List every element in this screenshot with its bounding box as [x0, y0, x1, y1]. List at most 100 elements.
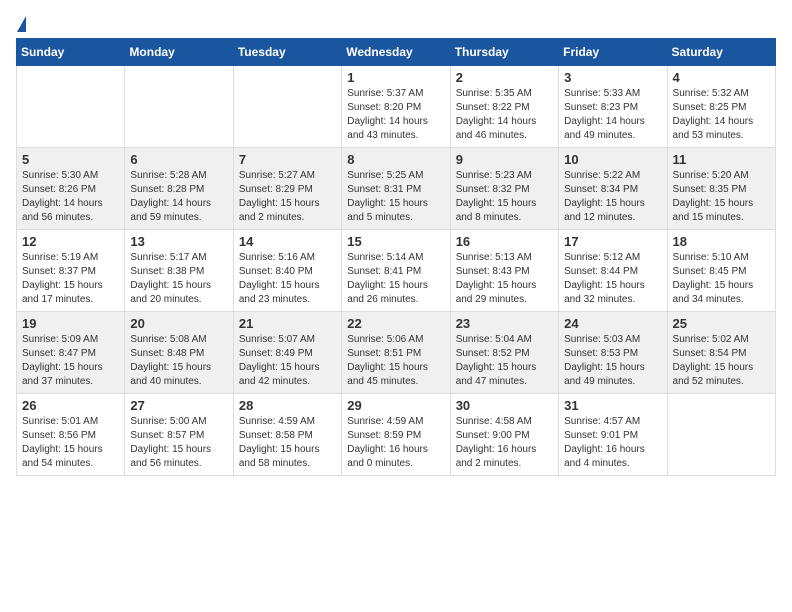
day-info: Sunrise: 5:25 AM Sunset: 8:31 PM Dayligh…	[347, 169, 444, 225]
calendar: SundayMondayTuesdayWednesdayThursdayFrid…	[16, 38, 776, 476]
day-info: Sunrise: 5:09 AM Sunset: 8:47 PM Dayligh…	[22, 333, 119, 389]
calendar-cell: 18Sunrise: 5:10 AM Sunset: 8:45 PM Dayli…	[667, 230, 775, 312]
day-info: Sunrise: 5:07 AM Sunset: 8:49 PM Dayligh…	[239, 333, 336, 389]
day-info: Sunrise: 5:32 AM Sunset: 8:25 PM Dayligh…	[673, 87, 770, 143]
day-number: 29	[347, 398, 444, 413]
day-number: 6	[130, 152, 227, 167]
day-number: 3	[564, 70, 661, 85]
calendar-cell: 4Sunrise: 5:32 AM Sunset: 8:25 PM Daylig…	[667, 66, 775, 148]
day-number: 13	[130, 234, 227, 249]
day-info: Sunrise: 5:28 AM Sunset: 8:28 PM Dayligh…	[130, 169, 227, 225]
calendar-week-1: 1 Sunrise: 5:37 AM Sunset: 8:20 PM Daylig…	[17, 66, 776, 148]
day-info: Sunrise: 5:23 AM Sunset: 8:32 PM Dayligh…	[456, 169, 553, 225]
weekday-header-saturday: Saturday	[667, 39, 775, 66]
calendar-week-3: 12 Sunrise: 5:19 AM Sunset: 8:37 PM Dayli…	[17, 230, 776, 312]
calendar-cell: 12 Sunrise: 5:19 AM Sunset: 8:37 PM Dayli…	[17, 230, 125, 312]
weekday-header-tuesday: Tuesday	[233, 39, 341, 66]
day-number: 5	[22, 152, 119, 167]
logo	[16, 16, 26, 30]
calendar-cell: 1 Sunrise: 5:37 AM Sunset: 8:20 PM Daylig…	[342, 66, 450, 148]
day-info: Sunrise: 5:20 AM Sunset: 8:35 PM Dayligh…	[673, 169, 770, 225]
weekday-header-monday: Monday	[125, 39, 233, 66]
calendar-cell: 5Sunrise: 5:30 AM Sunset: 8:26 PM Daylig…	[17, 148, 125, 230]
calendar-cell: 21 Sunrise: 5:07 AM Sunset: 8:49 PM Dayli…	[233, 312, 341, 394]
day-number: 14	[239, 234, 336, 249]
day-info: Sunrise: 5:04 AM Sunset: 8:52 PM Dayligh…	[456, 333, 553, 389]
weekday-header-thursday: Thursday	[450, 39, 558, 66]
calendar-cell: 22 Sunrise: 5:06 AM Sunset: 8:51 PM Dayli…	[342, 312, 450, 394]
calendar-cell: 3 Sunrise: 5:33 AM Sunset: 8:23 PM Daylig…	[559, 66, 667, 148]
day-number: 27	[130, 398, 227, 413]
day-number: 12	[22, 234, 119, 249]
day-number: 15	[347, 234, 444, 249]
day-info: Sunrise: 4:59 AM Sunset: 8:59 PM Dayligh…	[347, 415, 444, 471]
day-info: Sunrise: 5:06 AM Sunset: 8:51 PM Dayligh…	[347, 333, 444, 389]
day-number: 24	[564, 316, 661, 331]
header	[16, 16, 776, 30]
calendar-cell: 6 Sunrise: 5:28 AM Sunset: 8:28 PM Daylig…	[125, 148, 233, 230]
day-info: Sunrise: 5:27 AM Sunset: 8:29 PM Dayligh…	[239, 169, 336, 225]
calendar-cell	[125, 66, 233, 148]
day-number: 7	[239, 152, 336, 167]
calendar-cell: 24 Sunrise: 5:03 AM Sunset: 8:53 PM Dayli…	[559, 312, 667, 394]
day-info: Sunrise: 5:33 AM Sunset: 8:23 PM Dayligh…	[564, 87, 661, 143]
day-info: Sunrise: 5:19 AM Sunset: 8:37 PM Dayligh…	[22, 251, 119, 307]
calendar-cell	[233, 66, 341, 148]
day-number: 31	[564, 398, 661, 413]
day-info: Sunrise: 5:00 AM Sunset: 8:57 PM Dayligh…	[130, 415, 227, 471]
day-number: 11	[673, 152, 770, 167]
calendar-cell: 7 Sunrise: 5:27 AM Sunset: 8:29 PM Daylig…	[233, 148, 341, 230]
calendar-cell: 13Sunrise: 5:17 AM Sunset: 8:38 PM Dayli…	[125, 230, 233, 312]
calendar-cell: 28 Sunrise: 4:59 AM Sunset: 8:58 PM Dayli…	[233, 394, 341, 476]
calendar-cell: 25 Sunrise: 5:02 AM Sunset: 8:54 PM Dayli…	[667, 312, 775, 394]
day-number: 17	[564, 234, 661, 249]
weekday-header-sunday: Sunday	[17, 39, 125, 66]
calendar-cell: 10 Sunrise: 5:22 AM Sunset: 8:34 PM Dayli…	[559, 148, 667, 230]
day-number: 1	[347, 70, 444, 85]
day-info: Sunrise: 5:12 AM Sunset: 8:44 PM Dayligh…	[564, 251, 661, 307]
day-number: 26	[22, 398, 119, 413]
day-info: Sunrise: 5:37 AM Sunset: 8:20 PM Dayligh…	[347, 87, 444, 143]
calendar-cell: 11 Sunrise: 5:20 AM Sunset: 8:35 PM Dayli…	[667, 148, 775, 230]
day-info: Sunrise: 4:58 AM Sunset: 9:00 PM Dayligh…	[456, 415, 553, 471]
day-info: Sunrise: 5:35 AM Sunset: 8:22 PM Dayligh…	[456, 87, 553, 143]
day-number: 2	[456, 70, 553, 85]
day-number: 8	[347, 152, 444, 167]
calendar-cell: 15Sunrise: 5:14 AM Sunset: 8:41 PM Dayli…	[342, 230, 450, 312]
day-number: 25	[673, 316, 770, 331]
day-info: Sunrise: 4:57 AM Sunset: 9:01 PM Dayligh…	[564, 415, 661, 471]
day-info: Sunrise: 5:10 AM Sunset: 8:45 PM Dayligh…	[673, 251, 770, 307]
day-number: 23	[456, 316, 553, 331]
day-info: Sunrise: 5:02 AM Sunset: 8:54 PM Dayligh…	[673, 333, 770, 389]
calendar-week-4: 19 Sunrise: 5:09 AM Sunset: 8:47 PM Dayli…	[17, 312, 776, 394]
calendar-cell: 29 Sunrise: 4:59 AM Sunset: 8:59 PM Dayli…	[342, 394, 450, 476]
calendar-cell	[17, 66, 125, 148]
calendar-cell: 9 Sunrise: 5:23 AM Sunset: 8:32 PM Daylig…	[450, 148, 558, 230]
calendar-cell: 30 Sunrise: 4:58 AM Sunset: 9:00 PM Dayli…	[450, 394, 558, 476]
day-number: 19	[22, 316, 119, 331]
day-info: Sunrise: 4:59 AM Sunset: 8:58 PM Dayligh…	[239, 415, 336, 471]
day-number: 22	[347, 316, 444, 331]
calendar-cell: 20 Sunrise: 5:08 AM Sunset: 8:48 PM Dayli…	[125, 312, 233, 394]
day-info: Sunrise: 5:03 AM Sunset: 8:53 PM Dayligh…	[564, 333, 661, 389]
day-number: 16	[456, 234, 553, 249]
logo-icon	[17, 16, 26, 32]
day-number: 10	[564, 152, 661, 167]
calendar-cell: 14 Sunrise: 5:16 AM Sunset: 8:40 PM Dayli…	[233, 230, 341, 312]
weekday-header-friday: Friday	[559, 39, 667, 66]
day-info: Sunrise: 5:08 AM Sunset: 8:48 PM Dayligh…	[130, 333, 227, 389]
weekday-header-wednesday: Wednesday	[342, 39, 450, 66]
day-info: Sunrise: 5:13 AM Sunset: 8:43 PM Dayligh…	[456, 251, 553, 307]
day-number: 21	[239, 316, 336, 331]
calendar-cell: 31 Sunrise: 4:57 AM Sunset: 9:01 PM Dayli…	[559, 394, 667, 476]
day-info: Sunrise: 5:01 AM Sunset: 8:56 PM Dayligh…	[22, 415, 119, 471]
calendar-cell: 16 Sunrise: 5:13 AM Sunset: 8:43 PM Dayli…	[450, 230, 558, 312]
calendar-week-5: 26 Sunrise: 5:01 AM Sunset: 8:56 PM Dayli…	[17, 394, 776, 476]
day-number: 28	[239, 398, 336, 413]
day-number: 9	[456, 152, 553, 167]
day-info: Sunrise: 5:16 AM Sunset: 8:40 PM Dayligh…	[239, 251, 336, 307]
day-number: 20	[130, 316, 227, 331]
day-info: Sunrise: 5:22 AM Sunset: 8:34 PM Dayligh…	[564, 169, 661, 225]
calendar-week-2: 5Sunrise: 5:30 AM Sunset: 8:26 PM Daylig…	[17, 148, 776, 230]
day-number: 30	[456, 398, 553, 413]
